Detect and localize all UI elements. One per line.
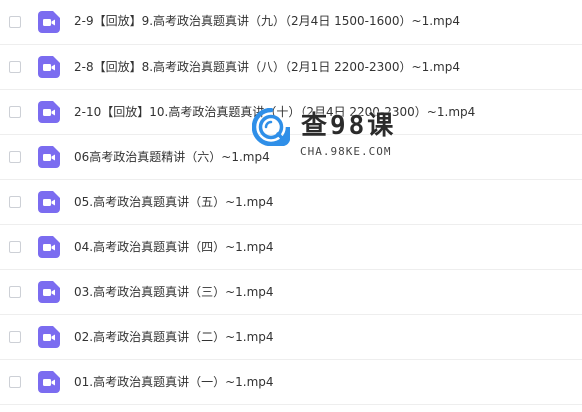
file-name[interactable]: 01.高考政治真题真讲（一）~1.mp4 [74, 375, 274, 389]
file-row[interactable]: 06高考政治真题精讲（六）~1.mp4 [0, 135, 582, 180]
video-icon [38, 101, 60, 123]
row-checkbox[interactable] [9, 61, 21, 73]
video-icon [38, 371, 60, 393]
row-checkbox[interactable] [9, 196, 21, 208]
row-checkbox[interactable] [9, 376, 21, 388]
file-name[interactable]: 2-9【回放】9.高考政治真题真讲（九）（2月4日 1500-1600）~1.m… [74, 14, 460, 28]
file-name[interactable]: 03.高考政治真题真讲（三）~1.mp4 [74, 285, 274, 299]
file-name[interactable]: 05.高考政治真题真讲（五）~1.mp4 [74, 195, 274, 209]
row-checkbox[interactable] [9, 106, 21, 118]
file-row[interactable]: 2-10【回放】10.高考政治真题真讲（十）（2月4日 2200-2300）~1… [0, 90, 582, 135]
file-row[interactable]: 01.高考政治真题真讲（一）~1.mp4 [0, 360, 582, 405]
video-icon [38, 281, 60, 303]
file-row[interactable]: 02.高考政治真题真讲（二）~1.mp4 [0, 315, 582, 360]
video-icon [38, 146, 60, 168]
file-row[interactable]: 05.高考政治真题真讲（五）~1.mp4 [0, 180, 582, 225]
file-name[interactable]: 2-8【回放】8.高考政治真题真讲（八）（2月1日 2200-2300）~1.m… [74, 60, 460, 74]
file-row[interactable]: 2-8【回放】8.高考政治真题真讲（八）（2月1日 2200-2300）~1.m… [0, 45, 582, 90]
video-icon [38, 11, 60, 33]
file-name[interactable]: 06高考政治真题精讲（六）~1.mp4 [74, 150, 270, 164]
row-checkbox[interactable] [9, 151, 21, 163]
row-checkbox[interactable] [9, 331, 21, 343]
video-icon [38, 56, 60, 78]
file-row[interactable]: 2-9【回放】9.高考政治真题真讲（九）（2月4日 1500-1600）~1.m… [0, 0, 582, 45]
row-divider [0, 404, 582, 405]
video-icon [38, 236, 60, 258]
file-name[interactable]: 2-10【回放】10.高考政治真题真讲（十）（2月4日 2200-2300）~1… [74, 105, 475, 119]
file-list: 2-9【回放】9.高考政治真题真讲（九）（2月4日 1500-1600）~1.m… [0, 0, 582, 412]
file-name[interactable]: 04.高考政治真题真讲（四）~1.mp4 [74, 240, 274, 254]
row-checkbox[interactable] [9, 241, 21, 253]
row-checkbox[interactable] [9, 286, 21, 298]
row-checkbox[interactable] [9, 16, 21, 28]
file-name[interactable]: 02.高考政治真题真讲（二）~1.mp4 [74, 330, 274, 344]
file-row[interactable]: 04.高考政治真题真讲（四）~1.mp4 [0, 225, 582, 270]
video-icon [38, 191, 60, 213]
file-row[interactable]: 03.高考政治真题真讲（三）~1.mp4 [0, 270, 582, 315]
video-icon [38, 326, 60, 348]
